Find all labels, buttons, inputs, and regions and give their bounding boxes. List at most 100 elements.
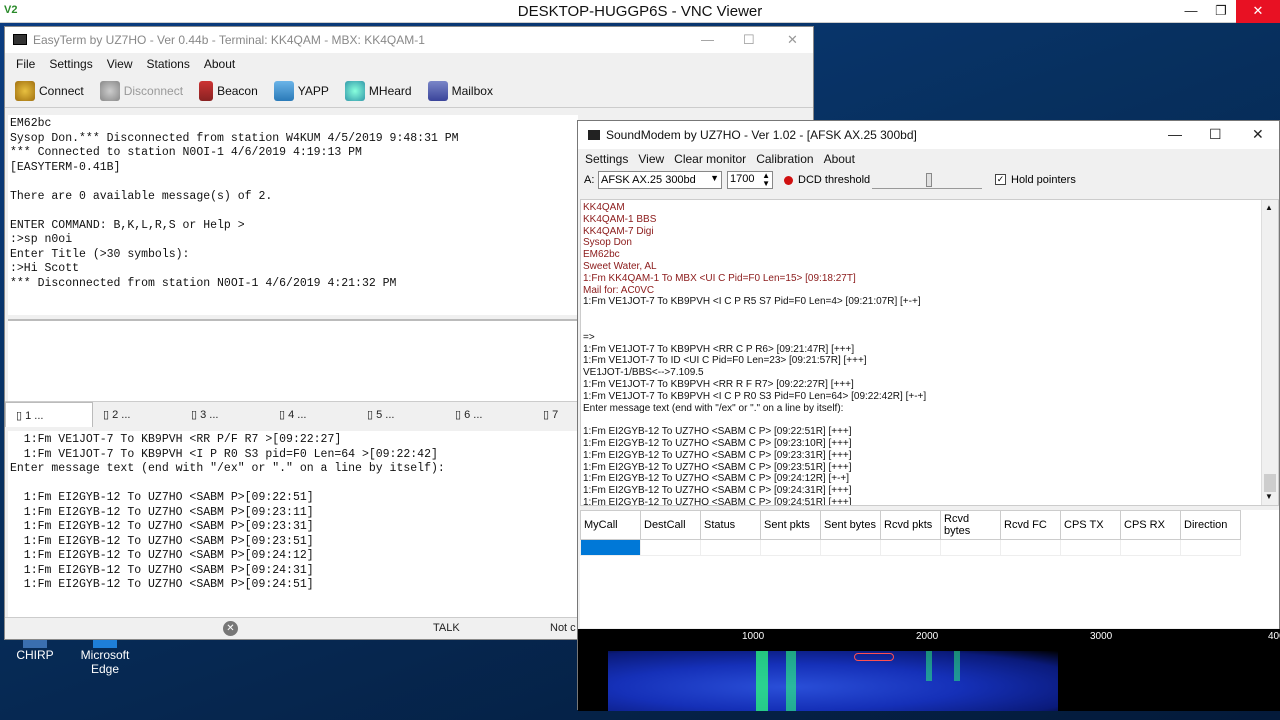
modem-select[interactable]: AFSK AX.25 300bd ▼ [598,171,722,189]
tab-7[interactable]: ▯ 7 [533,402,573,427]
monitor-line: KK4QAM-1 BBS [583,213,657,225]
frequency-stepper[interactable]: 1700 ▲ ▼ [727,171,773,189]
yapp-icon [273,80,294,101]
close-button[interactable]: ✕ [1236,0,1280,23]
monitor-line [583,320,1276,332]
menu-calibration[interactable]: Calibration [751,152,818,166]
grid-column-header[interactable]: CPS TX [1060,510,1121,540]
edge-icon [93,640,117,648]
dcd-indicator-icon [784,176,793,185]
menu-stations[interactable]: Stations [142,57,195,71]
terminal-input[interactable] [8,319,578,401]
monitor-line: KK4QAM [583,202,625,213]
channel-label: A: [584,174,595,186]
desktop-icon-label: CHIRP [16,648,54,662]
minimize-button[interactable]: — [701,32,714,47]
close-button[interactable]: ✕ [787,32,798,48]
soundmodem-title-bar: SoundModem by UZ7HO - Ver 1.02 - [AFSK A… [578,121,1279,149]
grid-column-header[interactable]: Rcvd pkts [880,510,941,540]
tab-2[interactable]: ▯ 2 ... [93,402,181,427]
maximize-button[interactable]: ❐ [1206,0,1236,23]
monitor-line: EM62bc [583,249,620,261]
desktop: V2 DESKTOP-HUGGP6S - VNC Viewer — ❐ ✕ CH… [0,0,1280,720]
menu-view[interactable]: View [633,152,669,166]
grid-column-header[interactable]: Sent pkts [760,510,821,540]
mouse-pointer-icon: ➤ [628,607,642,624]
tab-6[interactable]: ▯ 6 ... [445,402,533,427]
signal-trace [954,651,960,681]
disconnect-button[interactable]: Disconnect [96,79,187,103]
vnc-title-bar: V2 DESKTOP-HUGGP6S - VNC Viewer — ❐ ✕ [0,0,1280,23]
mheard-button[interactable]: MHeard [341,79,416,103]
dcd-threshold-slider[interactable] [872,173,982,189]
selected-cell[interactable] [580,539,641,556]
connect-button[interactable]: Connect [11,79,88,103]
table-row[interactable] [580,539,1241,556]
desktop-icon-edge[interactable]: Microsoft Edge [70,640,140,676]
mailbox-button[interactable]: Mailbox [424,79,497,103]
easyterm-toolbar: Connect Disconnect Beacon YAPP MHeard Ma… [5,74,813,108]
scroll-thumb[interactable] [1264,474,1276,492]
grid-column-header[interactable]: Rcvd bytes [940,510,1001,540]
tab-3[interactable]: ▯ 3 ... [181,402,269,427]
menu-view[interactable]: View [102,57,138,71]
monitor-line: 1:Fm EI2GYB-12 To UZ7HO <SABM C P> [09:2… [583,461,852,473]
minimize-button[interactable]: — [1168,126,1182,142]
maximize-button[interactable]: ☐ [743,32,755,48]
monitor-line: Sweet Water, AL [583,260,657,272]
yapp-button[interactable]: YAPP [270,79,333,103]
tab-4[interactable]: ▯ 4 ... [269,402,357,427]
slider-handle[interactable] [926,173,932,187]
monitor-line: 1:Fm VE1JOT-7 To KB9PVH <RR C P R6> [09:… [583,343,855,355]
menu-file[interactable]: File [11,57,40,71]
tab-1[interactable]: ▯ 1 ... [5,402,93,427]
grid-column-header[interactable]: CPS RX [1120,510,1181,540]
chirp-icon [23,640,47,648]
menu-about[interactable]: About [199,57,240,71]
grid-column-header[interactable]: Rcvd FC [1000,510,1061,540]
stop-icon[interactable]: ✕ [223,621,238,636]
monitor-line: 1:Fm EI2GYB-12 To UZ7HO <SABM C P> [09:2… [583,449,852,461]
minimize-button[interactable]: — [1176,0,1206,23]
mheard-icon [344,80,365,101]
connections-table: MyCall DestCall Status Sent pkts Sent bytes R… [580,510,1241,556]
monitor-line: 1:Fm EI2GYB-12 To UZ7HO <SABM C P> [09:2… [583,426,852,438]
tab-5[interactable]: ▯ 5 ... [357,402,445,427]
desktop-icon-chirp[interactable]: CHIRP [0,640,70,662]
monitor-line: Sysop Don [583,237,632,249]
monitor-output: 1:Fm VE1JOT-7 To KB9PVH <RR P/F R7 >[09:… [8,431,578,617]
soundmodem-window: SoundModem by UZ7HO - Ver 1.02 - [AFSK A… [577,120,1280,711]
grid-column-header[interactable]: DestCall [640,510,701,540]
grid-column-header[interactable]: Direction [1180,510,1241,540]
grid-column-header[interactable]: Status [700,510,761,540]
monitor-line: 1:Fm EI2GYB-12 To UZ7HO <SABM C P> [09:2… [583,485,852,497]
grid-column-header[interactable]: MyCall [580,510,641,540]
monitor-scrollbar[interactable]: ▲ ▼ [1261,200,1278,505]
easyterm-title-bar: EasyTerm by UZ7HO - Ver 0.44b - Terminal… [5,27,813,53]
menu-settings[interactable]: Settings [44,57,97,71]
signal-trace [786,651,796,711]
maximize-button[interactable]: ☐ [1209,126,1222,143]
scroll-down-icon[interactable]: ▼ [1265,491,1273,503]
menu-settings[interactable]: Settings [580,152,633,166]
menu-about[interactable]: About [819,152,860,166]
close-button[interactable]: ✕ [1252,126,1264,143]
hold-pointers-checkbox[interactable]: ✓ [995,174,1006,185]
monitor-line: 1:Fm VE1JOT-7 To KB9PVH <RR R F R7> [09:… [583,378,854,390]
scale-tick: 400 [1268,631,1280,642]
disconnect-icon [99,80,120,101]
monitor-line: Mail for: AC0VC [583,284,655,296]
rx-pointer-icon[interactable] [854,653,894,661]
easyterm-title: EasyTerm by UZ7HO - Ver 0.44b - Terminal… [33,33,425,47]
desktop-icon-label: Microsoft Edge [80,648,130,676]
monitor-line: VE1JOT-1/BBS<-->7.109.5 [583,367,704,379]
waterfall[interactable]: 1000 2000 3000 400 [578,629,1280,711]
grid-column-header[interactable]: Sent bytes [820,510,881,540]
menu-clear-monitor[interactable]: Clear monitor [669,152,751,166]
scroll-up-icon[interactable]: ▲ [1265,202,1273,214]
monitor-line: 1:Fm VE1JOT-7 To KB9PVH <I C P R5 S7 Pid… [583,296,921,308]
signal-trace [756,651,768,711]
spin-icon: ▲ ▼ [762,171,770,188]
beacon-button[interactable]: Beacon [195,79,262,103]
waterfall-scale: 1000 2000 3000 400 [578,629,1280,651]
